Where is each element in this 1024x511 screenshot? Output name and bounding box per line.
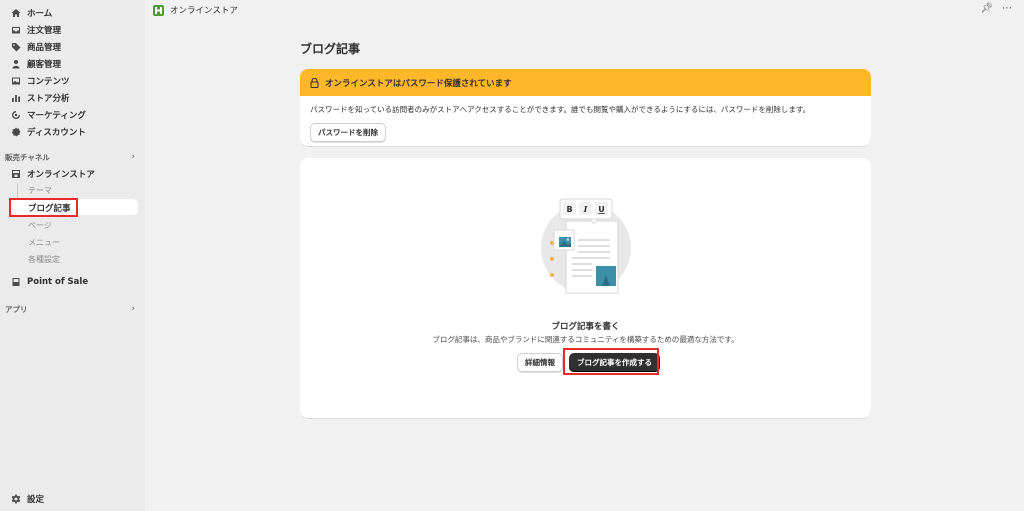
target-icon	[10, 109, 21, 120]
gear-icon	[10, 493, 21, 504]
chevron-right-icon[interactable]: ›	[131, 304, 135, 314]
discount-gear-icon	[10, 126, 21, 137]
sidebar-item-label: Point of Sale	[27, 276, 89, 287]
sidebar-item-pos[interactable]: Point of Sale	[10, 274, 88, 289]
svg-text:I: I	[583, 204, 588, 214]
sidebar-item-label: 注文管理	[27, 25, 62, 36]
learn-more-button[interactable]: 詳細情報	[517, 353, 563, 372]
pin-icon[interactable]: 📌︎	[980, 3, 993, 14]
sales-channels-label: 販売チャネル	[5, 153, 50, 162]
blog-illustration-icon: B I U	[541, 198, 631, 294]
sidebar-item-label: ストア分析	[27, 93, 70, 104]
home-icon	[10, 7, 21, 18]
sidebar-item-content[interactable]: コンテンツ	[10, 73, 70, 88]
sidebar-item-discounts[interactable]: ディスカウント	[10, 124, 86, 139]
empty-state-description: ブログ記事は、商品やブランドに関連するコミュニティを構築するための最適な方法です…	[432, 335, 739, 344]
pos-icon	[10, 276, 21, 287]
banner-body: パスワードを知っている訪問者のみがストアへアクセスすることができます。誰でも閲覧…	[300, 96, 871, 146]
bar-chart-icon	[10, 92, 21, 103]
password-banner: オンラインストアはパスワード保護されています パスワードを知っている訪問者のみが…	[300, 69, 871, 146]
sidebar-item-label: コンテンツ	[27, 76, 70, 87]
sidebar-item-label: 商品管理	[27, 42, 62, 53]
sidebar-item-products[interactable]: 商品管理	[10, 39, 61, 54]
empty-state-title: ブログ記事を書く	[551, 322, 620, 332]
storefront-icon	[10, 168, 21, 179]
more-icon[interactable]: ⋯	[1002, 3, 1012, 14]
sidebar-item-label: ホーム	[27, 8, 53, 19]
sidebar-item-online-store[interactable]: オンラインストア	[10, 166, 95, 181]
sidebar-item-marketing[interactable]: マーケティング	[10, 107, 86, 122]
top-bar: オンラインストア 📌︎ ⋯	[145, 0, 1024, 20]
sidebar-item-label: ディスカウント	[27, 127, 86, 138]
sidebar-item-analytics[interactable]: ストア分析	[10, 90, 70, 105]
store-name[interactable]: オンラインストア	[170, 4, 238, 16]
svg-text:B: B	[566, 205, 572, 214]
inbox-icon	[10, 24, 21, 35]
svg-text:U: U	[598, 205, 605, 214]
banner-text: パスワードを知っている訪問者のみがストアへアクセスすることができます。誰でも閲覧…	[310, 105, 811, 114]
apps-label: アプリ	[5, 305, 28, 314]
image-icon	[10, 75, 21, 86]
sidebar-item-home[interactable]: ホーム	[10, 5, 52, 20]
sidebar-item-label: 顧客管理	[27, 59, 62, 70]
sidebar-item-settings[interactable]: 設定	[10, 491, 44, 506]
sidebar-item-label: マーケティング	[27, 110, 86, 121]
chevron-right-icon[interactable]: ›	[131, 152, 135, 162]
page-title: ブログ記事	[300, 42, 361, 56]
banner-header: オンラインストアはパスワード保護されています	[300, 69, 871, 96]
person-icon	[10, 58, 21, 69]
sidebar-subitem-menus[interactable]: メニュー	[28, 237, 60, 248]
empty-state-card: B I U ブログ記事を書く ブログ記事は、商品やブランドに関連するコミュニティ…	[300, 158, 871, 418]
highlight-box	[563, 348, 659, 375]
top-actions: 📌︎ ⋯	[980, 3, 1012, 14]
sidebar-item-label: オンラインストア	[27, 169, 95, 180]
sidebar-item-label: 設定	[27, 494, 45, 505]
sidebar-subitem-preferences[interactable]: 各種設定	[28, 254, 60, 265]
sidebar: ホーム 注文管理 商品管理 顧客管理 コンテンツ ストア分析 マーケティング デ…	[0, 0, 145, 511]
lock-icon	[310, 77, 319, 88]
sidebar-subitem-themes[interactable]: テーマ	[28, 185, 52, 196]
sidebar-subitem-pages[interactable]: ページ	[28, 220, 52, 231]
sidebar-item-customers[interactable]: 顧客管理	[10, 56, 61, 71]
store-logo-icon	[153, 4, 164, 16]
highlight-box	[9, 198, 78, 217]
banner-heading: オンラインストアはパスワード保護されています	[325, 78, 512, 89]
sidebar-item-orders[interactable]: 注文管理	[10, 22, 61, 37]
remove-password-button[interactable]: パスワードを削除	[310, 123, 386, 142]
tag-icon	[10, 41, 21, 52]
